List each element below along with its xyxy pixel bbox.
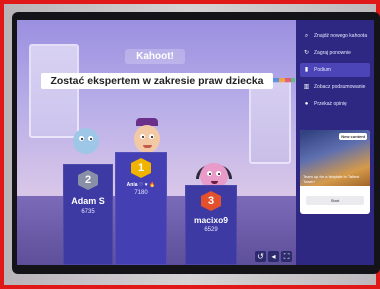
sidebar-item-label: Przekaż opinię	[314, 101, 347, 107]
podium-first: 1 Ania ♡ ♥ 🔥 7180	[115, 152, 167, 265]
rank-badge: 3	[201, 191, 221, 211]
sidebar-item-label: Znajdź nowego kahoota	[314, 33, 368, 39]
sidebar-item-label: Podium	[314, 67, 331, 73]
promo-text: Team up for a fairytale in Tallest Tower…	[303, 174, 360, 184]
kahoot-logo: Kahoot!	[125, 49, 185, 64]
kahoot-title: Zostać ekspertem w zakresie praw dziecka	[41, 73, 273, 89]
playback-controls: ↺ ◂ ⛶	[255, 251, 292, 262]
rank-badge: 2	[78, 170, 98, 190]
sidebar-item-label: Zagraj ponownie	[314, 50, 351, 56]
tv-screen: Kahoot! Zostać ekspertem w zakresie praw…	[17, 20, 374, 265]
player-avatar-2	[69, 124, 103, 164]
chart-icon: ▥	[303, 83, 310, 90]
volume-icon[interactable]: ◂	[268, 251, 279, 262]
sidebar-item-label: Zobacz podsumowanie	[314, 84, 366, 90]
sidebar-item-feedback[interactable]: ● Przekaż opinię	[300, 97, 370, 111]
podium-third: 3 macixo9 6529	[185, 185, 237, 265]
sidebar-item-summary[interactable]: ▥ Zobacz podsumowanie	[300, 80, 370, 94]
podium-stage: Kahoot! Zostać ekspertem w zakresie praw…	[17, 20, 296, 265]
podium-second: 2 Adam S 6735	[63, 164, 113, 265]
chat-icon: ●	[304, 100, 309, 107]
player-score: 6735	[81, 209, 95, 215]
sidebar-item-podium[interactable]: ▮ Podium	[300, 63, 370, 77]
sidebar-item-play-again[interactable]: ↻ Zagraj ponownie	[300, 46, 370, 60]
replay-icon[interactable]: ↺	[255, 251, 266, 262]
replay-icon: ↻	[303, 49, 310, 56]
player-name: Adam S	[71, 196, 105, 206]
sidebar-item-find-kahoot[interactable]: ⌕ Znajdź nowego kahoota	[300, 29, 370, 43]
photo-frame: Kahoot! Zostać ekspertem w zakresie praw…	[0, 0, 380, 289]
player-score: 6529	[204, 227, 218, 233]
promo-badge: New content	[339, 133, 367, 140]
player-name: Ania ♡ ♥ 🔥	[126, 182, 156, 188]
search-icon: ⌕	[304, 32, 309, 39]
sidebar: ⌕ Znajdź nowego kahoota ↻ Zagraj ponowni…	[296, 20, 374, 265]
promo-card[interactable]: New content Team up for a fairytale in T…	[300, 130, 370, 214]
wall-window	[249, 80, 291, 164]
rank-badge: 1	[131, 158, 151, 178]
player-name: macixo9	[193, 215, 229, 225]
fullscreen-icon[interactable]: ⛶	[281, 251, 292, 262]
podium-icon: ▮	[304, 66, 309, 73]
player-score: 7180	[134, 190, 148, 196]
promo-start-button[interactable]: Start	[306, 196, 364, 205]
